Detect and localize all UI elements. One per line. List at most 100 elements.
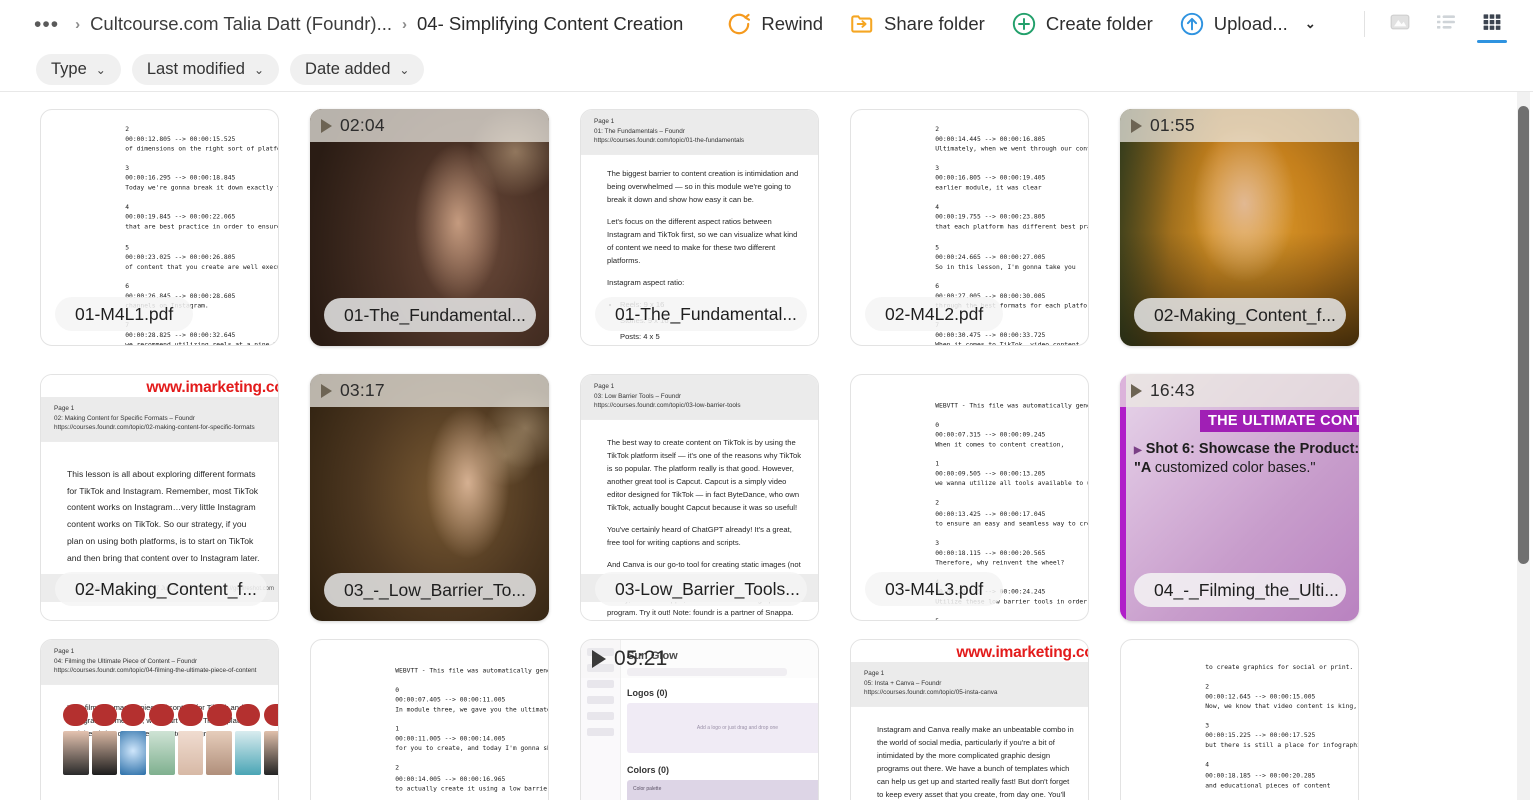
document-header: Page 1 03: Low Barrier Tools – Foundr ht… bbox=[581, 375, 818, 420]
file-card[interactable]: 02:04 01-The_Fundamental... bbox=[310, 109, 549, 346]
document-header: Page 1 05: Insta + Canva – Foundr https:… bbox=[851, 662, 1088, 707]
upload-button[interactable]: Upload... bbox=[1166, 5, 1301, 43]
grid-cell: 02:04 01-The_Fundamental... bbox=[310, 100, 580, 365]
file-card[interactable]: to create graphics for social or print. … bbox=[1120, 639, 1359, 800]
file-card[interactable]: 2 00:00:14.445 --> 00:00:16.805 Ultimate… bbox=[850, 109, 1089, 346]
document-body: This lesson is all about exploring diffe… bbox=[41, 428, 278, 567]
duration-label: 05:21 bbox=[614, 647, 668, 670]
file-card[interactable]: www.imarketing.courses Page 1 02: Making… bbox=[40, 374, 279, 621]
rewind-button[interactable]: Rewind bbox=[713, 5, 836, 43]
snap-section-colors: Colors (0) bbox=[627, 765, 670, 775]
collage-pill-row bbox=[63, 704, 278, 726]
snap-logo-dropzone: Add a logo or just drag and drop one bbox=[627, 703, 818, 753]
duration-label: 01:55 bbox=[1150, 115, 1195, 135]
grid-cell: WEBVTT - This file was automatically gen… bbox=[850, 365, 1120, 630]
filter-bar: Type ⌄ Last modified ⌄ Date added ⌄ bbox=[0, 48, 1533, 92]
duration-label: 02:04 bbox=[340, 115, 385, 135]
bullet-triangle-icon: ▶ bbox=[1134, 445, 1142, 456]
document-header: Page 1 04: Filming the Ultimate Piece of… bbox=[41, 640, 278, 685]
video-duration-badge: 01:55 bbox=[1120, 109, 1359, 142]
grid-cell: 2 00:00:12.805 --> 00:00:15.525 of dimen… bbox=[40, 100, 310, 365]
grid-cell: Page 1 01: The Fundamentals – Foundr htt… bbox=[580, 100, 850, 365]
gallery-view-button[interactable] bbox=[1379, 4, 1421, 44]
share-folder-icon bbox=[849, 11, 875, 37]
document-paragraph: You've certainly heard of ChatGPT alread… bbox=[607, 525, 792, 548]
file-grid: 2 00:00:12.805 --> 00:00:15.525 of dimen… bbox=[0, 92, 1500, 800]
create-folder-label: Create folder bbox=[1045, 13, 1153, 34]
video-duration-badge: 16:43 bbox=[1120, 374, 1359, 407]
file-card[interactable]: WEBVTT - This file was automatically gen… bbox=[850, 374, 1089, 621]
grid-cell: to create graphics for social or print. … bbox=[1120, 630, 1390, 800]
play-icon bbox=[321, 383, 332, 398]
document-paragraph: Instagram aspect ratio: bbox=[607, 278, 685, 288]
document-paragraph: This lesson is all about exploring diffe… bbox=[67, 468, 260, 563]
file-thumbnail: WEBVTT - This file was automatically gen… bbox=[311, 640, 548, 800]
list-view-icon bbox=[1434, 10, 1458, 39]
file-thumbnail: www.imarketing.courses Page 1 05: Insta … bbox=[851, 640, 1088, 800]
watermark: www.imarketing.courses bbox=[956, 644, 1088, 661]
image-view-icon bbox=[1388, 10, 1412, 39]
grid-view-icon bbox=[1480, 10, 1504, 39]
document-paragraph: The best way to create content on TikTok… bbox=[607, 437, 802, 513]
file-card[interactable]: 01:55 02-Making_Content_f... bbox=[1120, 109, 1359, 346]
slide-banner: THE ULTIMATE CONTENT PIECE bbox=[1200, 410, 1359, 432]
file-name-chip: 02-Making_Content_f... bbox=[1134, 298, 1346, 332]
duration-label: 16:43 bbox=[1150, 380, 1195, 400]
play-icon bbox=[1131, 118, 1142, 133]
rewind-icon bbox=[726, 11, 752, 37]
document-header: Page 1 02: Making Content for Specific F… bbox=[41, 397, 278, 442]
upload-label: Upload... bbox=[1213, 13, 1288, 34]
list-view-button[interactable] bbox=[1425, 4, 1467, 44]
share-folder-button[interactable]: Share folder bbox=[836, 5, 998, 43]
scrollbar-thumb[interactable] bbox=[1518, 106, 1529, 564]
file-card[interactable]: WEBVTT - This file was automatically gen… bbox=[310, 639, 549, 800]
file-thumbnail: Page 1 04: Filming the Ultimate Piece of… bbox=[41, 640, 278, 800]
video-duration-badge: 05:21 bbox=[581, 640, 818, 678]
file-card[interactable]: THE ULTIMATE CONTENT PIECE ▶ Shot 6: Sho… bbox=[1120, 374, 1359, 621]
file-card[interactable]: www.imarketing.courses Page 1 05: Insta … bbox=[850, 639, 1089, 800]
play-icon bbox=[321, 118, 332, 133]
breadcrumb-item-parent[interactable]: Cultcourse.com Talia Datt (Foundr)... bbox=[90, 13, 392, 35]
breadcrumb-overflow-button[interactable]: ••• bbox=[28, 14, 65, 35]
filter-last-modified[interactable]: Last modified ⌄ bbox=[131, 54, 280, 85]
file-card[interactable]: Page 1 03: Low Barrier Tools – Foundr ht… bbox=[580, 374, 819, 621]
header-action-group: Rewind Share folder Create folder Upload… bbox=[713, 5, 1325, 43]
file-name-chip: 01-M4L1.pdf bbox=[55, 297, 194, 331]
file-name-chip: 01-The_Fundamental... bbox=[595, 297, 807, 331]
chevron-down-icon: ⌄ bbox=[399, 62, 410, 77]
document-header: Page 1 01: The Fundamentals – Foundr htt… bbox=[581, 110, 818, 155]
list-item: Posts: 4 x 5 bbox=[620, 332, 660, 342]
grid-cell: Sun Glow Logos (0) Add a logo or just dr… bbox=[580, 630, 850, 800]
upload-dropdown-caret-icon[interactable]: ⌄ bbox=[1301, 8, 1326, 40]
file-card[interactable]: 2 00:00:12.805 --> 00:00:15.525 of dimen… bbox=[40, 109, 279, 346]
file-card[interactable]: Sun Glow Logos (0) Add a logo or just dr… bbox=[580, 639, 819, 800]
file-name-chip: 02-Making_Content_f... bbox=[55, 572, 267, 606]
grid-cell: Page 1 03: Low Barrier Tools – Foundr ht… bbox=[580, 365, 850, 630]
document-paragraph: The biggest barrier to content creation … bbox=[607, 168, 799, 204]
file-card[interactable]: 03:17 03_-_Low_Barrier_To... bbox=[310, 374, 549, 621]
create-folder-button[interactable]: Create folder bbox=[998, 5, 1166, 43]
video-duration-badge: 03:17 bbox=[310, 374, 549, 407]
file-card[interactable]: Page 1 04: Filming the Ultimate Piece of… bbox=[40, 639, 279, 800]
filter-date-added[interactable]: Date added ⌄ bbox=[290, 54, 425, 85]
filter-type[interactable]: Type ⌄ bbox=[36, 54, 121, 85]
video-duration-badge: 02:04 bbox=[310, 109, 549, 142]
view-switcher bbox=[1354, 4, 1521, 44]
snap-color-palette-label: Color palette bbox=[627, 780, 818, 800]
file-name-chip: 01-The_Fundamental... bbox=[324, 298, 536, 332]
slide-edge-accent bbox=[1120, 374, 1126, 621]
file-name-chip: 03-M4L3.pdf bbox=[865, 572, 1004, 606]
vertical-scrollbar[interactable] bbox=[1517, 92, 1530, 800]
document-paragraph: Instagram and Canva really make an unbea… bbox=[877, 724, 1074, 800]
play-icon bbox=[592, 650, 606, 668]
duration-label: 03:17 bbox=[340, 380, 385, 400]
transcript-preview: to create graphics for social or print. … bbox=[1205, 662, 1358, 800]
breadcrumb-item-current[interactable]: 04- Simplifying Content Creation bbox=[417, 13, 683, 35]
file-name-chip: 02-M4L2.pdf bbox=[865, 297, 1004, 331]
grid-cell: 2 00:00:14.445 --> 00:00:16.805 Ultimate… bbox=[850, 100, 1120, 365]
file-card[interactable]: Page 1 01: The Fundamentals – Foundr htt… bbox=[580, 109, 819, 346]
watermark: www.imarketing.courses bbox=[146, 379, 278, 396]
grid-view-button[interactable] bbox=[1471, 4, 1513, 44]
collage-image-row bbox=[63, 731, 278, 775]
share-folder-label: Share folder bbox=[884, 13, 985, 34]
